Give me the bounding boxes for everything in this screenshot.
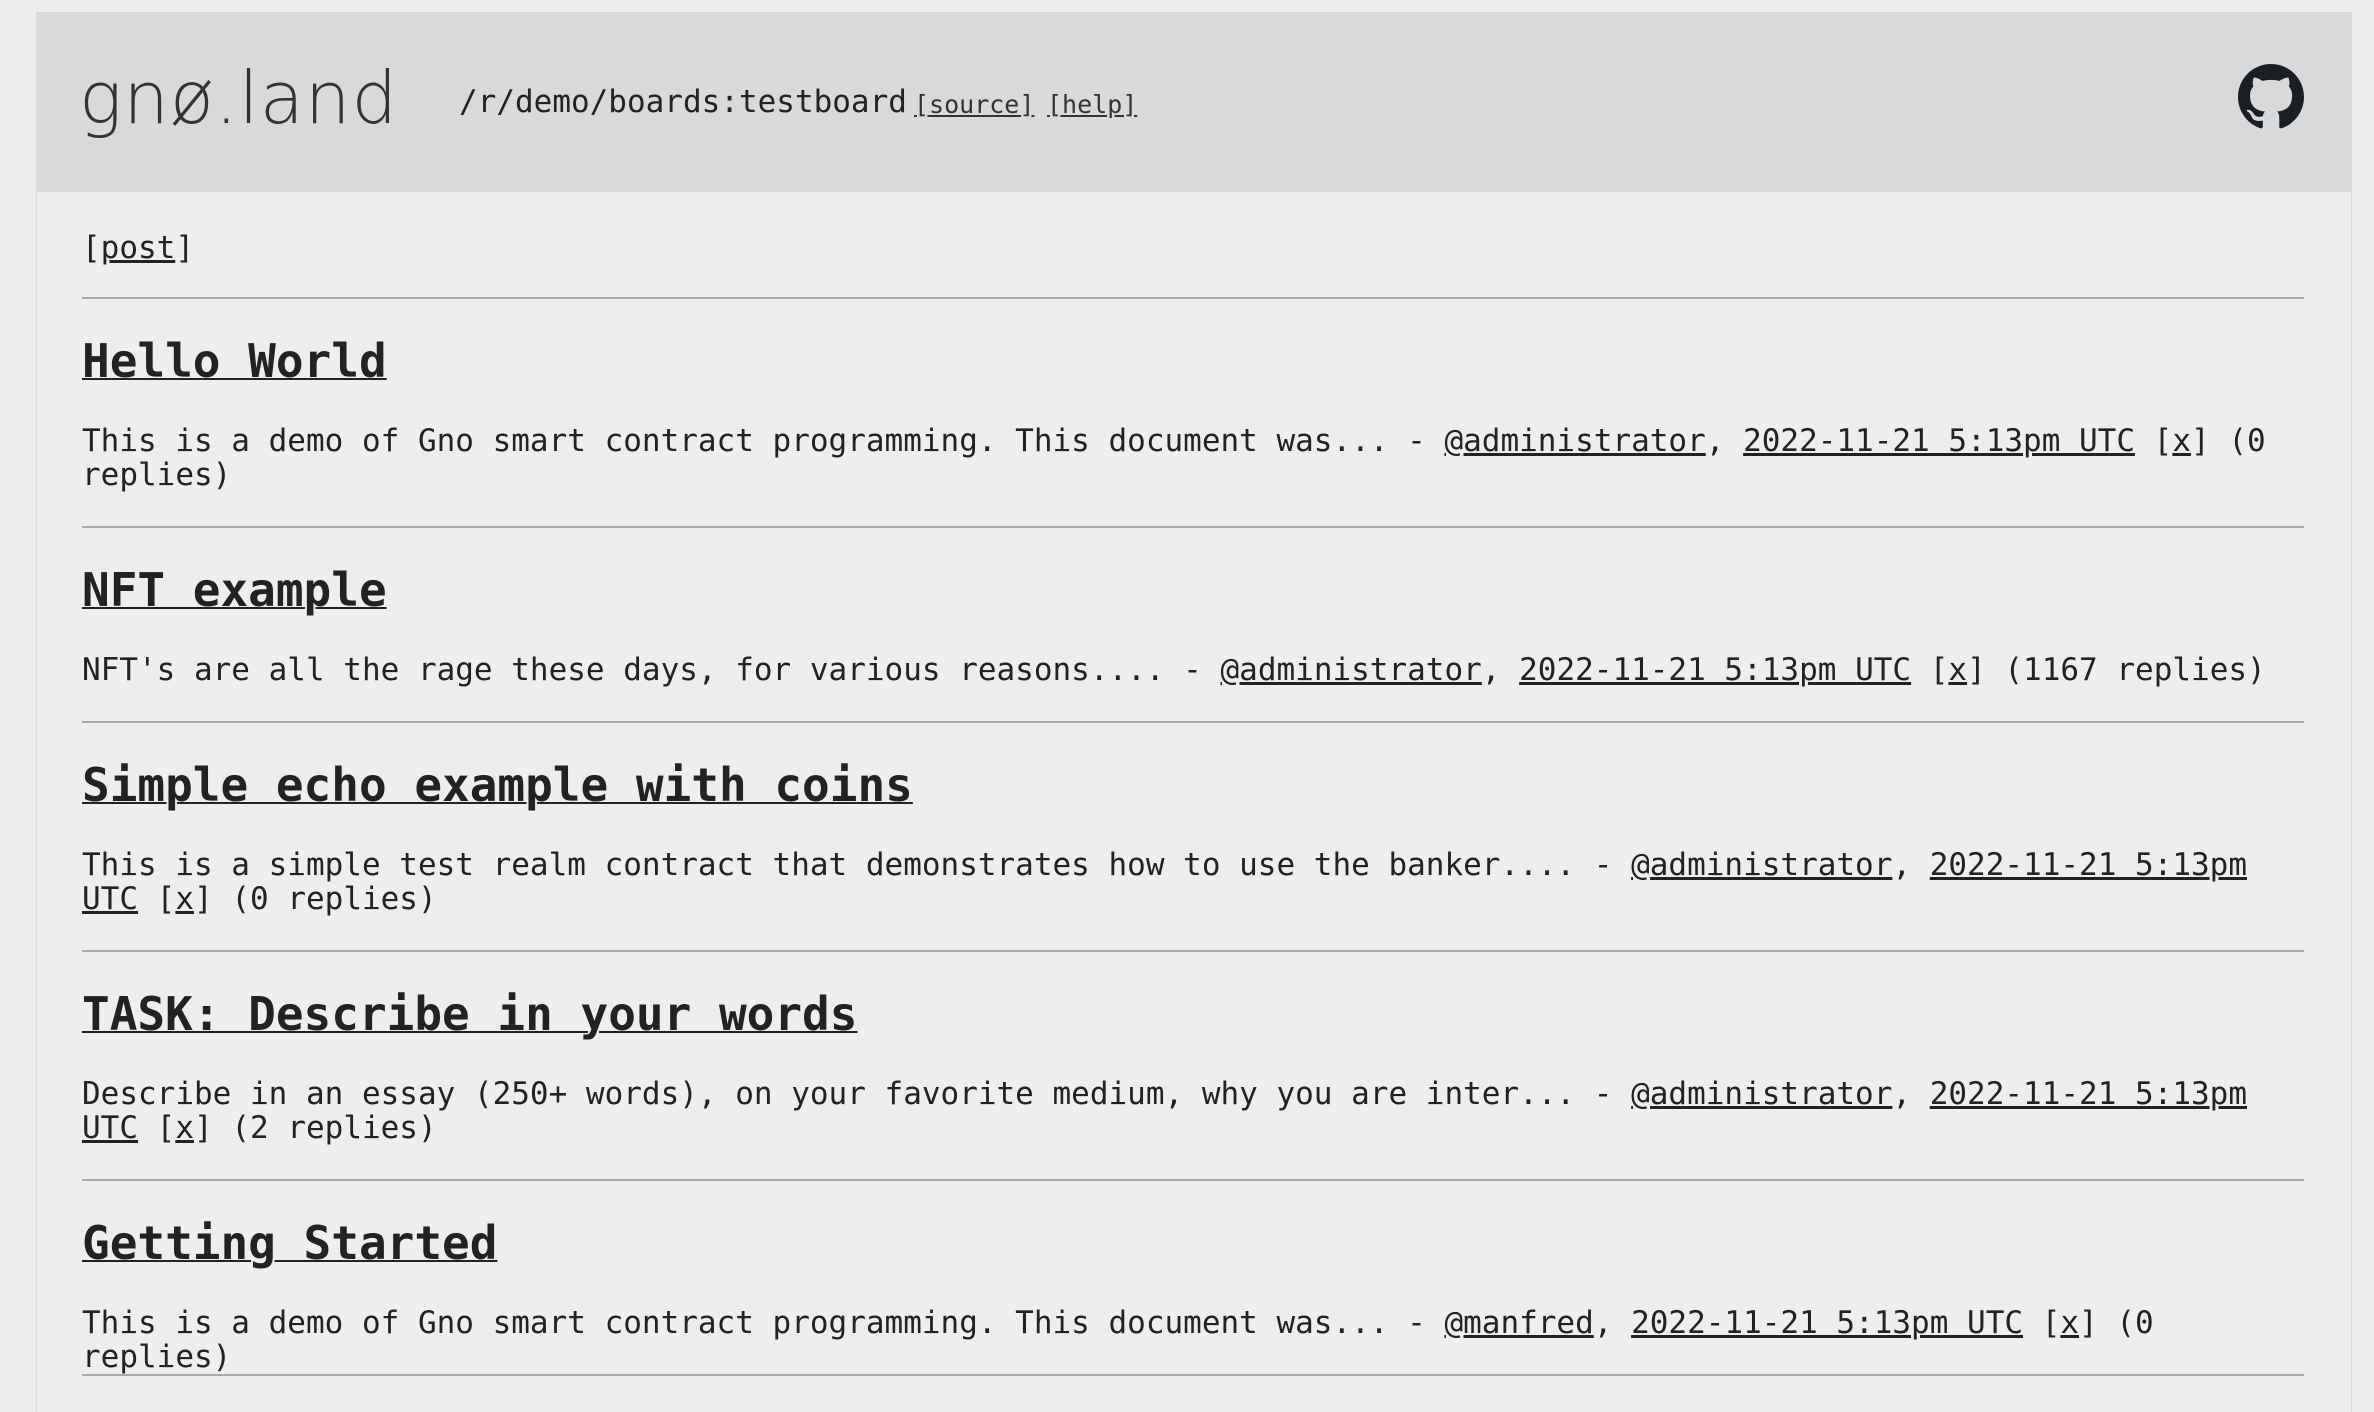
divider xyxy=(82,1374,2304,1376)
bracket-close: ] xyxy=(2079,1305,2098,1341)
thread-title-link[interactable]: TASK: Describe in your words xyxy=(82,987,857,1041)
thread-summary: Describe in an essay (250+ words), on yo… xyxy=(82,1077,2304,1145)
post-action: [post] xyxy=(82,230,194,266)
thread-title-link[interactable]: Hello World xyxy=(82,334,387,388)
divider xyxy=(82,950,2304,952)
thread-title: Simple echo example with coins xyxy=(82,758,913,812)
page-frame: gnø.land /r/demo/boards:testboard [sourc… xyxy=(36,12,2352,1412)
separator: - xyxy=(1388,1305,1445,1341)
thread-title: NFT example xyxy=(82,563,387,617)
delete-link[interactable]: x xyxy=(1948,652,1967,688)
reply-count: (0 replies) xyxy=(212,881,437,917)
thread-summary: This is a demo of Gno smart contract pro… xyxy=(82,424,2304,492)
thread-title: TASK: Describe in your words xyxy=(82,987,857,1041)
bracket-open: [ xyxy=(2135,423,2173,459)
bracket-close: ] xyxy=(194,881,213,917)
summary-text: NFT's are all the rage these days, for v… xyxy=(82,652,1165,688)
divider xyxy=(82,297,2304,299)
author-link[interactable]: @administrator xyxy=(1631,847,1892,883)
thread-summary: This is a simple test realm contract tha… xyxy=(82,848,2304,916)
reply-count: (2 replies) xyxy=(212,1110,437,1146)
author-link[interactable]: @manfred xyxy=(1444,1305,1593,1341)
bracket-open: [ xyxy=(2023,1305,2061,1341)
comma: , xyxy=(1593,1305,1632,1341)
date-link[interactable]: 2022-11-21 5:13pm UTC xyxy=(1743,423,2135,459)
summary-text: Describe in an essay (250+ words), on yo… xyxy=(82,1076,1576,1112)
thread-title-link[interactable]: Getting Started xyxy=(82,1216,497,1270)
thread-title-link[interactable]: NFT example xyxy=(82,563,387,617)
help-link-wrap: [help] xyxy=(1047,90,1137,119)
comma: , xyxy=(1705,423,1744,459)
author-link[interactable]: @administrator xyxy=(1221,652,1482,688)
thread-summary: NFT's are all the rage these days, for v… xyxy=(82,653,2304,687)
author-link[interactable]: @administrator xyxy=(1631,1076,1892,1112)
github-icon[interactable] xyxy=(2238,64,2304,130)
site-header: gnø.land /r/demo/boards:testboard [sourc… xyxy=(37,12,2351,192)
delete-link[interactable]: x xyxy=(2060,1305,2079,1341)
post-link[interactable]: post xyxy=(101,230,176,266)
source-link[interactable]: [source] xyxy=(914,90,1034,119)
comma: , xyxy=(1892,847,1930,883)
gnoland-logo[interactable]: gnø.land xyxy=(79,54,419,154)
divider xyxy=(82,721,2304,723)
divider xyxy=(82,1179,2304,1181)
summary-text: This is a simple test realm contract tha… xyxy=(82,847,1576,883)
delete-link[interactable]: x xyxy=(2172,423,2191,459)
thread-summary: This is a demo of Gno smart contract pro… xyxy=(82,1306,2304,1374)
bracket-open: [ xyxy=(82,230,101,266)
separator: - xyxy=(1575,1076,1632,1112)
realm-path: /r/demo/boards:testboard xyxy=(459,84,907,120)
date-link[interactable]: 2022-11-21 5:13pm UTC xyxy=(1519,652,1911,688)
separator: - xyxy=(1575,847,1632,883)
bracket-open: [ xyxy=(138,881,176,917)
summary-text: This is a demo of Gno smart contract pro… xyxy=(82,423,1389,459)
bracket-close: ] xyxy=(1967,652,1986,688)
source-link-wrap: [source] xyxy=(914,90,1034,119)
separator: - xyxy=(1164,652,1221,688)
thread-title: Getting Started xyxy=(82,1216,497,1270)
summary-text: This is a demo of Gno smart contract pro… xyxy=(82,1305,1389,1341)
divider xyxy=(82,526,2304,528)
thread-title-link[interactable]: Simple echo example with coins xyxy=(82,758,913,812)
thread-title: Hello World xyxy=(82,334,387,388)
bracket-close: ] xyxy=(2191,423,2210,459)
separator: - xyxy=(1388,423,1445,459)
bracket-open: [ xyxy=(1911,652,1949,688)
author-link[interactable]: @administrator xyxy=(1444,423,1705,459)
date-link[interactable]: 2022-11-21 5:13pm UTC xyxy=(1631,1305,2023,1341)
bracket-close: ] xyxy=(194,1110,213,1146)
comma: , xyxy=(1481,652,1520,688)
logo-text: gnø.land xyxy=(79,56,399,140)
delete-link[interactable]: x xyxy=(175,881,194,917)
bracket-open: [ xyxy=(138,1110,176,1146)
reply-count: (1167 replies) xyxy=(1985,652,2266,688)
bracket-close: ] xyxy=(175,230,194,266)
delete-link[interactable]: x xyxy=(175,1110,194,1146)
comma: , xyxy=(1892,1076,1930,1112)
help-link[interactable]: [help] xyxy=(1047,90,1137,119)
